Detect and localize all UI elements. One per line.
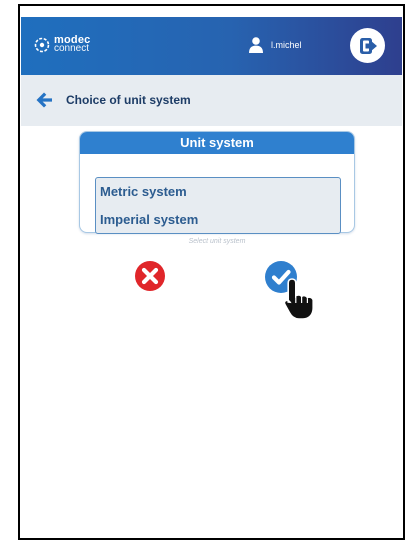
unit-system-list[interactable]: Metric system Imperial system — [95, 177, 341, 234]
page-title: Choice of unit system — [66, 93, 191, 107]
option-metric-system[interactable]: Metric system — [96, 178, 340, 206]
logo-mark-icon — [34, 37, 50, 52]
app-logo: modec connect — [34, 35, 90, 54]
username: l.michel — [271, 40, 302, 50]
cancel-button[interactable] — [135, 261, 165, 291]
panel-title: Unit system — [80, 132, 354, 154]
app-screen: modec connect l.michel Choice of unit sy… — [21, 17, 402, 537]
logout-button[interactable] — [350, 28, 385, 63]
user-info: l.michel — [249, 37, 302, 53]
arrow-left-icon[interactable] — [35, 91, 53, 109]
logout-icon — [359, 37, 377, 54]
select-hint: Select unit system — [188, 238, 246, 245]
user-icon — [249, 37, 263, 53]
sub-header: Choice of unit system — [21, 75, 402, 126]
cancel-icon — [135, 261, 165, 291]
option-imperial-system[interactable]: Imperial system — [96, 206, 340, 234]
logo-line2: connect — [54, 43, 90, 54]
top-bar: modec connect l.michel — [21, 17, 402, 75]
hand-pointer-icon — [283, 278, 314, 320]
unit-system-panel: Unit system Metric system Imperial syste… — [79, 131, 355, 234]
